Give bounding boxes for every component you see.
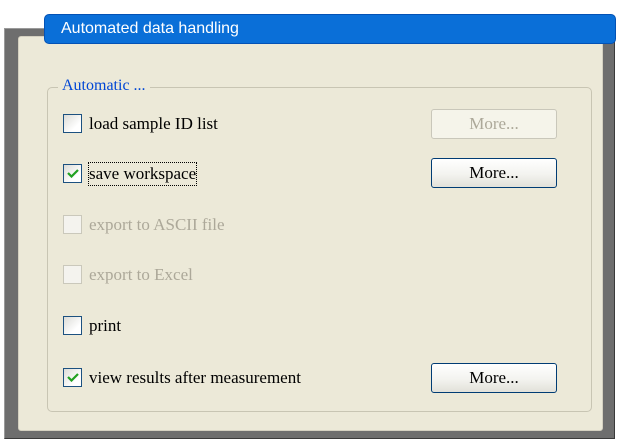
load-sample-id-list-checkbox[interactable] — [63, 114, 82, 133]
view-results-label: view results after measurement — [89, 368, 301, 387]
export-excel-checkbox[interactable] — [63, 265, 82, 284]
save-workspace-label: save workspace — [87, 162, 198, 186]
export-ascii-checkbox[interactable] — [63, 215, 82, 234]
panel-title: Automated data handling — [44, 14, 616, 44]
save-workspace-checkbox[interactable] — [63, 164, 82, 183]
checkmark-icon — [67, 373, 79, 382]
view-results-more-button[interactable]: More... — [431, 363, 557, 393]
checkmark-icon — [67, 169, 79, 178]
print-checkbox[interactable] — [63, 316, 82, 335]
view-results-checkbox[interactable] — [63, 368, 82, 387]
print-label: print — [89, 316, 122, 335]
load-sample-more-button[interactable]: More... — [431, 109, 557, 139]
load-sample-id-list-label: load sample ID list — [89, 114, 218, 133]
export-ascii-label: export to ASCII file — [89, 215, 225, 234]
group-legend: Automatic ... — [58, 76, 150, 96]
export-excel-label: export to Excel — [89, 265, 193, 284]
save-workspace-more-button[interactable]: More... — [431, 158, 557, 188]
